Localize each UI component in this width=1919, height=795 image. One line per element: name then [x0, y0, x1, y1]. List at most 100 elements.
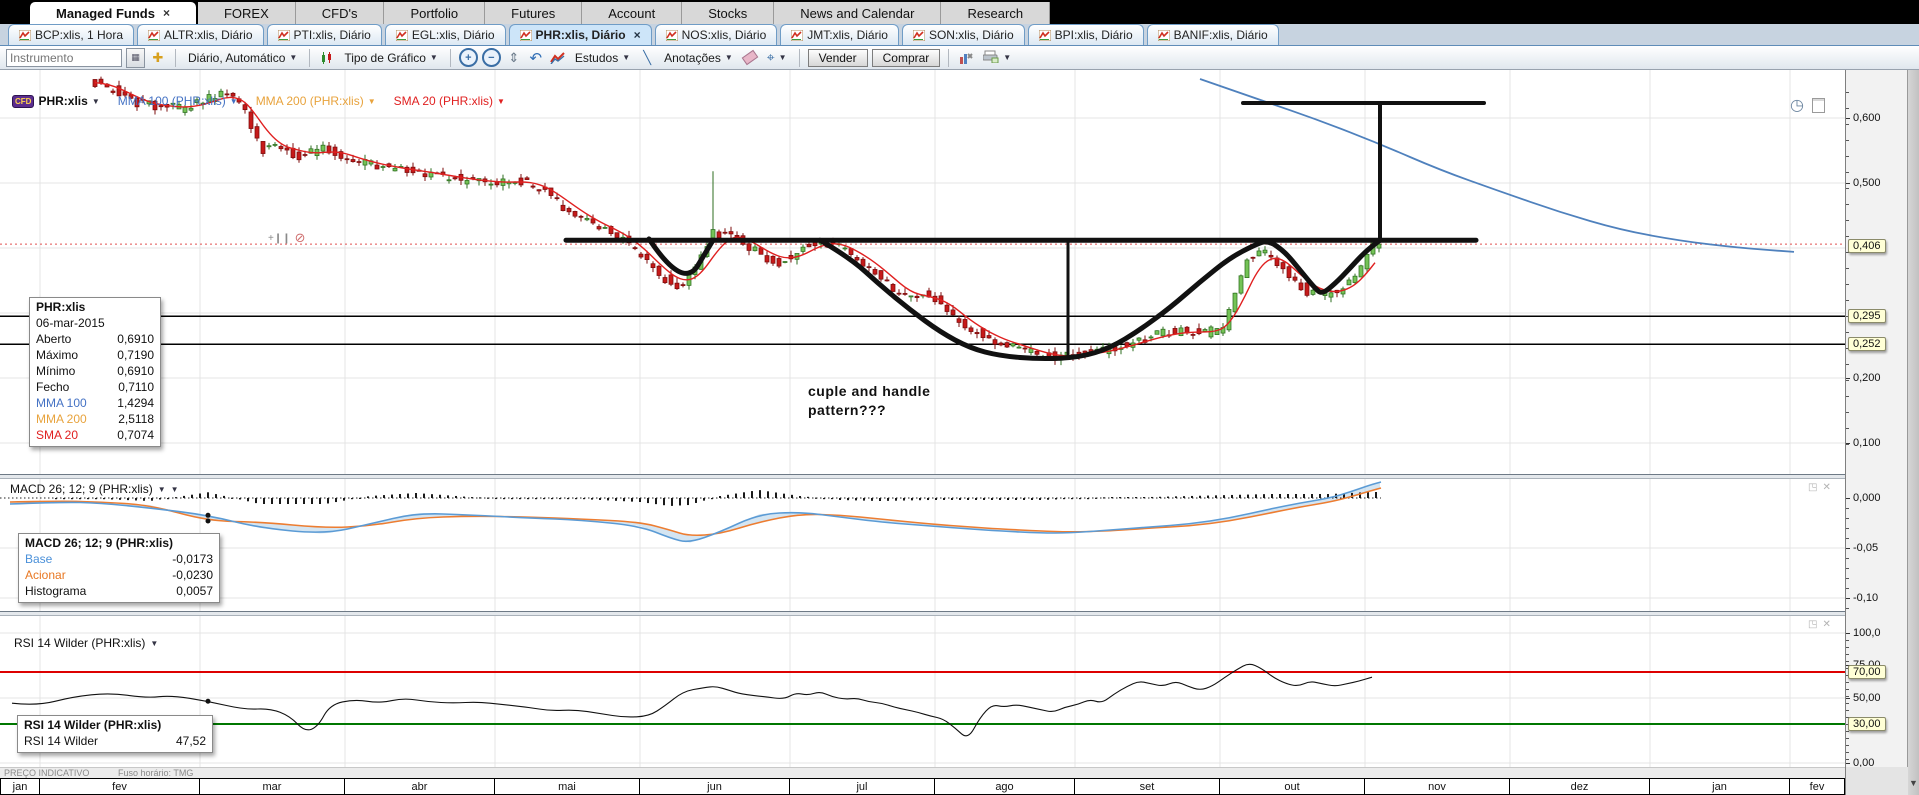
rsi-panel-label[interactable]: RSI 14 Wilder (PHR:xlis) ▼ — [14, 636, 158, 650]
chart-tab-nos-xlis-di-rio[interactable]: NOS:xlis, Diário — [654, 24, 778, 45]
axis-tick — [1846, 588, 1849, 589]
menu-item-news-and-calendar[interactable]: News and Calendar — [774, 2, 942, 24]
chevron-down-icon[interactable]: ▼ — [171, 485, 179, 494]
axis-tick — [1846, 654, 1849, 655]
menu-item-research[interactable]: Research — [941, 2, 1051, 24]
price-axis-gutter[interactable]: 0,600 0,500 0,200 0,100 0,406 0,295 0,252 0,000… — [1845, 70, 1908, 769]
month-cell: jan — [0, 779, 40, 794]
menu-item-portfolio[interactable]: Portfolio — [384, 2, 486, 24]
month-cell: jun — [640, 779, 790, 794]
scroll-down-icon[interactable]: ▼ — [1908, 776, 1919, 790]
zoom-in-icon[interactable]: + — [458, 48, 478, 67]
trading-platform-window: Managed Funds × FOREX CFD's Portfolio Futures… — [0, 0, 1919, 795]
chevron-down-icon[interactable]: ▼ — [368, 97, 376, 106]
session-clock-icon[interactable]: ◷ — [1790, 98, 1804, 114]
axis-tick — [1846, 608, 1849, 609]
compare-icon[interactable] — [549, 49, 567, 67]
period-dropdown[interactable]: Diário, Automático ▼ — [184, 50, 301, 66]
undo-icon[interactable]: ↶ — [527, 49, 545, 67]
time-axis[interactable]: jan fev mar abr mai jun jul ago set out nov dez jan f… — [0, 778, 1845, 795]
studies-dropdown[interactable]: Estudos ▼ — [571, 50, 634, 66]
chart-settings-icon[interactable] — [957, 49, 975, 67]
chart-tab-phr-xlis-di-rio[interactable]: PHR:xlis, Diário × — [508, 24, 652, 45]
menu-item-cfd-s[interactable]: CFD's — [295, 2, 385, 24]
axis-label: 0,600 — [1853, 112, 1881, 124]
macd-popout-icon[interactable]: ◳ — [1808, 482, 1817, 493]
crosshair-dropdown[interactable]: ⌖ ▼ — [763, 48, 791, 67]
add-annotation-icon[interactable]: ✚ — [149, 49, 167, 67]
macd-close-icon[interactable]: ✕ — [1822, 482, 1830, 493]
rsi-chart-canvas[interactable] — [0, 616, 1845, 767]
close-icon[interactable]: × — [163, 6, 170, 20]
axis-tick — [1846, 108, 1849, 109]
chevron-down-icon[interactable]: ▼ — [92, 97, 100, 106]
legend-mma100[interactable]: MMA 100 (PHR:xlis) — [118, 94, 226, 108]
macd-tooltip-row: Histograma 0,0057 — [25, 584, 213, 598]
legend-sma20[interactable]: SMA 20 (PHR:xlis) — [394, 94, 493, 108]
axis-tick — [1846, 752, 1849, 753]
chart-tab-banif-xlis-di-rio[interactable]: BANIF:xlis, Diário — [1146, 24, 1279, 45]
trendline-tool-icon[interactable]: ╲ — [638, 49, 656, 67]
tooltip-title: MACD 26; 12; 9 (PHR:xlis) — [25, 536, 174, 550]
zoom-out-icon[interactable]: − — [481, 48, 501, 67]
axis-tick — [1846, 558, 1849, 559]
chart-type-dropdown[interactable]: Tipo de Gráfico ▼ — [340, 50, 442, 66]
chevron-down-icon[interactable]: ▼ — [158, 485, 166, 494]
axis-tick — [1846, 698, 1850, 699]
axis-label: -0,05 — [1853, 542, 1879, 554]
chart-tab-egl-xlis-di-rio[interactable]: EGL:xlis, Diário — [384, 24, 506, 45]
chart-tab-pti-xlis-di-rio[interactable]: PTI:xlis, Diário — [266, 24, 382, 45]
menu-item-stocks[interactable]: Stocks — [682, 2, 775, 24]
instrument-search-input[interactable] — [6, 48, 122, 67]
price-callout: 30,00 — [1848, 717, 1886, 731]
month-cell: mar — [200, 779, 345, 794]
axis-tick — [1846, 188, 1849, 189]
close-tab-icon[interactable]: × — [634, 28, 641, 42]
right-scroll-strip[interactable] — [1907, 70, 1919, 795]
legend-instrument[interactable]: PHR:xlis — [38, 94, 87, 108]
chart-tab-altr-xlis-di-rio[interactable]: ALTR:xlis, Diário — [137, 24, 264, 45]
menu-item-forex[interactable]: FOREX — [197, 2, 296, 24]
instrument-list-button[interactable]: ▦ — [126, 47, 145, 68]
buy-button[interactable]: Comprar — [871, 48, 941, 67]
eraser-icon[interactable] — [741, 49, 759, 67]
annotations-dropdown[interactable]: Anotações ▼ — [660, 50, 737, 66]
rsi-popout-icon[interactable]: ◳ — [1808, 619, 1817, 630]
top-menu-bar: Managed Funds × FOREX CFD's Portfolio Futures… — [0, 0, 1919, 24]
chart-tab-bpi-xlis-di-rio[interactable]: BPI:xlis, Diário — [1027, 24, 1144, 45]
axis-tick — [1846, 548, 1850, 549]
macd-chart-canvas[interactable] — [0, 479, 1845, 611]
pattern-annotation-text[interactable]: cuple and handle pattern??? — [808, 382, 930, 420]
chart-tab-bcp-xlis-1-hora[interactable]: BCP:xlis, 1 Hora — [8, 24, 135, 45]
axis-label: 100,0 — [1853, 627, 1881, 639]
reset-scale-icon[interactable]: ⇕ — [505, 49, 523, 67]
menu-item-account[interactable]: Account — [582, 2, 683, 24]
axis-tick — [1846, 140, 1849, 141]
axis-tick — [1846, 92, 1849, 93]
legend-mma200[interactable]: MMA 200 (PHR:xlis) — [256, 94, 364, 108]
macd-tooltip-row: Acionar -0,0230 — [25, 568, 213, 582]
axis-tick — [1846, 528, 1849, 529]
print-dropdown[interactable]: ▼ — [979, 49, 1015, 67]
sell-button[interactable]: Vender — [807, 48, 868, 67]
chevron-down-icon[interactable]: ▼ — [230, 97, 238, 106]
annotation-handles[interactable]: +❙❙ ⊘ — [268, 230, 306, 246]
macd-panel-label[interactable]: MACD 26; 12; 9 (PHR:xlis) ▼ ▼ — [10, 482, 179, 496]
axis-tick — [1846, 124, 1849, 125]
mini-chart-icon — [395, 29, 408, 41]
axis-tick — [1846, 364, 1849, 365]
axis-tick — [1846, 204, 1849, 205]
chart-tab-son-xlis-di-rio[interactable]: SON:xlis, Diário — [901, 24, 1025, 45]
detach-panel-icon[interactable] — [1811, 98, 1825, 113]
menu-item-futures[interactable]: Futures — [485, 2, 583, 24]
axis-label: -0,10 — [1853, 592, 1879, 604]
axis-tick — [1846, 183, 1850, 184]
chart-tab-jmt-xlis-di-rio[interactable]: JMT:xlis, Diário — [780, 24, 899, 45]
rsi-close-icon[interactable]: ✕ — [1822, 619, 1830, 630]
axis-tick — [1846, 268, 1849, 269]
chevron-down-icon[interactable]: ▼ — [497, 97, 505, 106]
price-callout: 0,406 — [1848, 239, 1886, 253]
studies-label: Estudos — [574, 50, 619, 65]
menu-item-managed-funds[interactable]: Managed Funds × — [30, 2, 196, 24]
chevron-down-icon[interactable]: ▼ — [150, 639, 158, 648]
